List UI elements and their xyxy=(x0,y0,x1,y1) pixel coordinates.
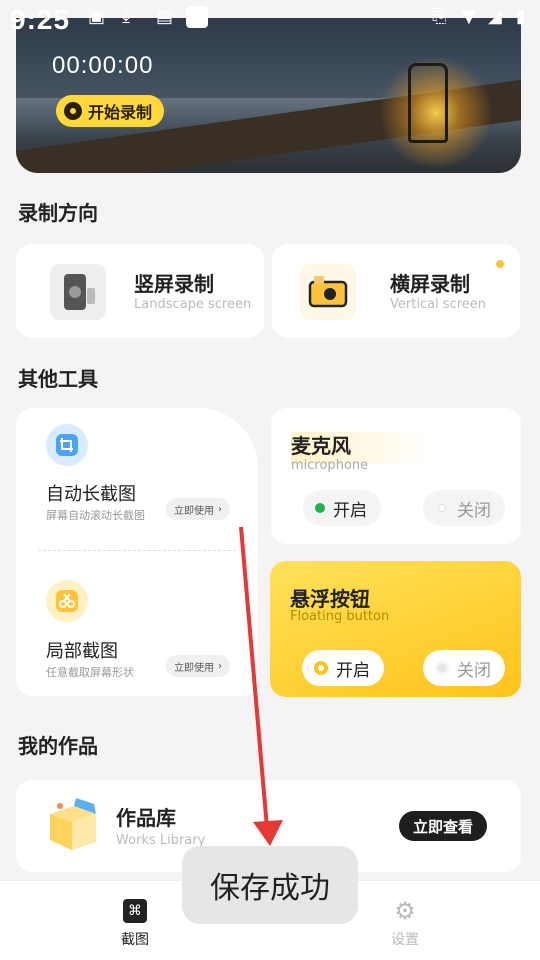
status-time: 9:25 xyxy=(10,4,71,35)
save-success-toast: 保存成功 xyxy=(182,846,358,924)
nav-item-settings[interactable]: ⚙ 设置 xyxy=(375,897,435,949)
crop-icon xyxy=(46,424,88,466)
scissors-icon xyxy=(46,580,88,622)
screenshot-icon: ⌘ xyxy=(123,899,147,923)
floating-off-button[interactable]: 关闭 xyxy=(423,650,505,686)
section-title-tools: 其他工具 xyxy=(18,367,98,391)
partial-screenshot-subtitle: 任意截取屏幕形状 xyxy=(46,666,134,679)
screenshot-tools-card: 自动长截图 屏幕自动滚动长截图 立即使用 › 局部截图 任意截取屏幕形状 立即使… xyxy=(16,408,258,696)
lantern-icon xyxy=(408,63,448,143)
phone-portrait-icon xyxy=(50,264,106,320)
image-icon: ▣ xyxy=(88,6,106,27)
microphone-card: 麦克风 microphone 开启 关闭 xyxy=(271,408,521,544)
status-bar: 9:25 ▣ ⤓ ▤ ⎘ ▼ ◢ ▮ xyxy=(0,0,540,36)
landscape-record-title: 横屏录制 xyxy=(390,272,470,296)
floating-off-label: 关闭 xyxy=(457,660,491,681)
microphone-subtitle: microphone xyxy=(291,458,369,473)
wifi-icon: ▼ xyxy=(462,6,476,27)
floating-on-label: 开启 xyxy=(336,660,370,681)
works-library-subtitle: Works Library xyxy=(116,833,206,848)
nav-item-screenshot[interactable]: ⌘ 截图 xyxy=(105,899,165,949)
nav-label-screenshot: 截图 xyxy=(121,932,149,948)
partial-screenshot-use-button[interactable]: 立即使用 › xyxy=(166,655,230,677)
camera-landscape-icon xyxy=(300,264,356,320)
microphone-on-button[interactable]: 开启 xyxy=(303,490,381,526)
radio-selected-icon xyxy=(315,503,325,513)
floating-button-title: 悬浮按钮 xyxy=(290,587,370,611)
partial-screenshot-title: 局部截图 xyxy=(46,641,118,662)
section-title-works: 我的作品 xyxy=(18,734,98,758)
signal-icon: ◢ xyxy=(488,6,502,27)
floating-on-button[interactable]: 开启 xyxy=(302,650,384,686)
partial-screenshot-use-label: 立即使用 xyxy=(174,662,214,674)
microphone-title: 麦克风 xyxy=(291,434,351,458)
portrait-record-card[interactable]: 竖屏录制 Landscape screen xyxy=(16,244,264,338)
record-icon xyxy=(64,102,82,120)
download-icon: ⤓ xyxy=(122,6,130,27)
radio-selected-icon xyxy=(314,661,328,675)
cast-icon: ⎘ xyxy=(432,6,447,27)
landscape-record-subtitle: Vertical screen xyxy=(390,297,487,312)
start-record-button[interactable]: 开始录制 xyxy=(56,95,165,127)
box-icon xyxy=(44,796,102,854)
nav-label-settings: 设置 xyxy=(391,932,419,948)
microphone-off-label: 关闭 xyxy=(457,500,491,521)
new-badge xyxy=(496,260,504,268)
works-library-title: 作品库 xyxy=(116,806,176,830)
radio-unselected-icon xyxy=(435,501,449,515)
portrait-record-subtitle: Landscape screen xyxy=(134,297,252,312)
floating-button-subtitle: Floating button xyxy=(290,609,390,624)
gear-icon: ⚙ xyxy=(394,897,416,925)
chevron-right-icon: › xyxy=(218,503,222,515)
long-screenshot-subtitle: 屏幕自动滚动长截图 xyxy=(46,509,145,522)
section-title-orientation: 录制方向 xyxy=(18,201,98,225)
hero-banner: 00:00:00 开始录制 xyxy=(16,18,521,173)
long-screenshot-title: 自动长截图 xyxy=(46,484,136,505)
portrait-record-title: 竖屏录制 xyxy=(134,272,214,296)
floating-button-card: 悬浮按钮 Floating button 开启 关闭 xyxy=(270,561,521,697)
long-screenshot-use-label: 立即使用 xyxy=(174,505,214,517)
app-icon xyxy=(186,6,208,28)
long-screenshot-use-button[interactable]: 立即使用 › xyxy=(166,498,230,520)
microphone-off-button[interactable]: 关闭 xyxy=(423,490,505,526)
view-now-button[interactable]: 立即查看 xyxy=(398,811,487,841)
sd-card-icon: ▤ xyxy=(156,6,174,27)
start-record-label: 开始录制 xyxy=(88,103,153,122)
microphone-on-label: 开启 xyxy=(333,500,367,521)
divider xyxy=(38,550,236,551)
landscape-record-card[interactable]: 横屏录制 Vertical screen xyxy=(272,244,520,338)
chevron-right-icon: › xyxy=(218,660,222,672)
radio-unselected-icon xyxy=(435,661,449,675)
battery-icon: ▮ xyxy=(516,6,526,27)
record-timer: 00:00:00 xyxy=(52,52,154,79)
